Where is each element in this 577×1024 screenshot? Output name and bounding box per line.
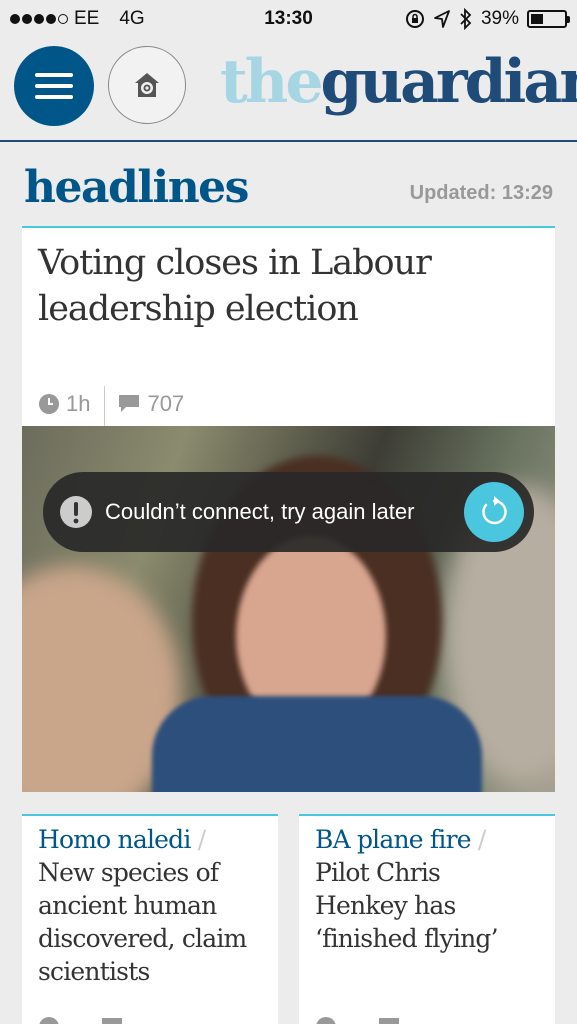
comment-icon — [102, 1018, 122, 1024]
logo-the: the — [220, 47, 324, 117]
clock-icon — [39, 394, 59, 414]
kicker-slash: / — [190, 825, 206, 854]
story-text: BA plane fire / Pilot Chris Henkey has ‘… — [315, 824, 539, 955]
battery-level — [531, 14, 544, 24]
kicker-slash: / — [470, 825, 486, 854]
error-message: Couldn’t connect, try again later — [105, 499, 415, 524]
status-right: 39% — [405, 8, 570, 30]
battery-icon — [527, 10, 570, 28]
status-left: EE 4G — [10, 8, 145, 30]
updated-timestamp: Updated: 13:29 — [409, 182, 553, 204]
story-headline: New species of ancient human discovered,… — [38, 858, 247, 986]
network-label: 4G — [119, 8, 145, 29]
comment-count[interactable]: 707 — [117, 391, 184, 417]
hamburger-bar — [35, 95, 73, 99]
carrier-label: EE — [74, 8, 100, 29]
story-meta — [38, 1016, 124, 1024]
comment-count-label: 707 — [147, 391, 185, 416]
menu-button[interactable] — [14, 46, 94, 126]
battery-percent: 39% — [480, 8, 519, 29]
story-card[interactable]: Homo naledi / New species of ancient hum… — [22, 814, 278, 1024]
story-kicker: Homo naledi — [38, 825, 191, 854]
bluetooth-icon — [460, 8, 472, 30]
clock-icon — [39, 1017, 59, 1024]
image-jacket — [152, 696, 482, 792]
error-toast: Couldn’t connect, try again later — [43, 472, 534, 552]
story-meta — [315, 1016, 401, 1024]
main-story-headline[interactable]: Voting closes in Labour leadership elect… — [38, 240, 538, 332]
main-story-meta: 1h 707 — [38, 374, 184, 434]
exclamation-icon — [60, 496, 92, 528]
clock-icon — [316, 1017, 336, 1024]
story-card[interactable]: BA plane fire / Pilot Chris Henkey has ‘… — [299, 814, 555, 1024]
location-icon — [434, 10, 450, 28]
status-bar: EE 4G 13:30 39% — [0, 0, 577, 38]
guardian-logo[interactable]: theguardian — [220, 52, 577, 112]
home-button[interactable] — [108, 46, 186, 124]
story-age: 1h — [38, 391, 104, 417]
signal-strength-icon — [10, 14, 68, 24]
logo-guardian: guardian — [320, 47, 577, 117]
home-gear-icon — [135, 73, 159, 97]
story-headline: Pilot Chris Henkey has ‘finished flying’ — [315, 858, 499, 953]
app-header: theguardian — [0, 38, 577, 142]
story-text: Homo naledi / New species of ancient hum… — [38, 824, 262, 988]
refresh-icon — [482, 496, 507, 525]
comment-icon — [379, 1018, 399, 1024]
comment-icon — [119, 395, 140, 412]
retry-button[interactable] — [464, 482, 524, 542]
section-title: headlines — [24, 162, 249, 213]
rotation-lock-icon — [405, 10, 424, 28]
hamburger-bar — [35, 84, 73, 88]
hamburger-icon — [35, 73, 73, 77]
story-age-label: 1h — [66, 391, 91, 416]
story-kicker: BA plane fire — [315, 825, 472, 854]
